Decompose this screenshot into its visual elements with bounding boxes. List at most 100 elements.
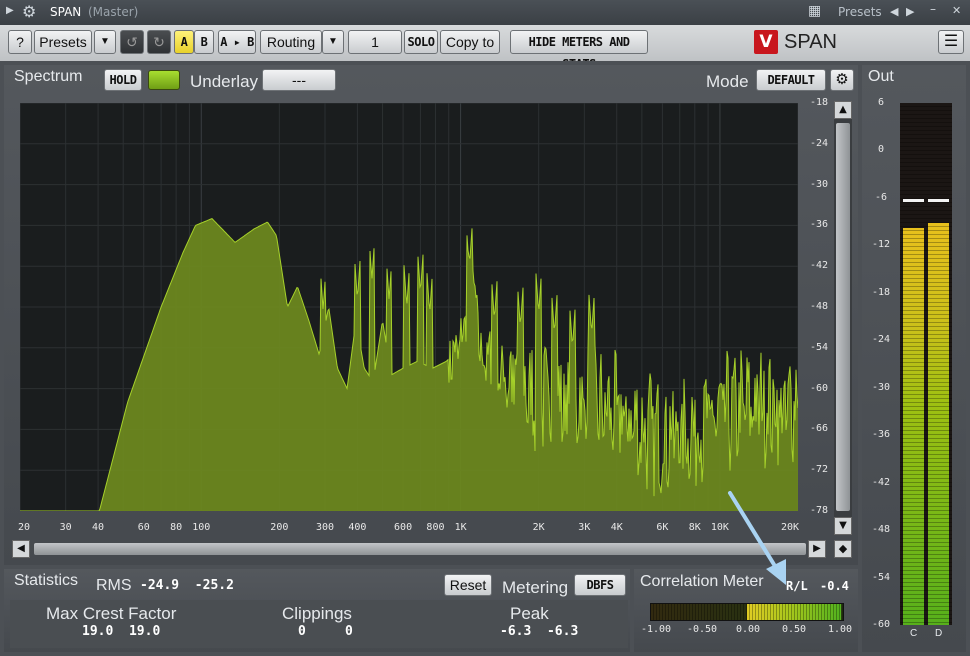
peak-values: -6.3 -6.3 [500, 624, 579, 639]
scroll-up-icon[interactable]: ▲ [834, 101, 852, 119]
out-tick-label: -36 [871, 429, 891, 441]
statistics-label: Statistics [14, 572, 79, 589]
vertical-scrollbar[interactable]: ▲ ▼ [834, 101, 852, 535]
peak-label: Peak [510, 604, 549, 623]
routing-dropdown-icon[interactable]: ▼ [322, 30, 344, 54]
channel-d-label: D [935, 628, 943, 639]
rms-label: RMS [96, 577, 132, 594]
correlation-tick-label: 0.50 [781, 624, 807, 635]
out-meter [900, 103, 952, 625]
freq-tick-label: 400 [348, 522, 367, 533]
help-button[interactable]: ? [8, 30, 32, 54]
correlation-bar [650, 603, 844, 621]
crest-values: 19.0 19.0 [82, 624, 161, 639]
hide-meters-button[interactable]: HIDE METERS AND STATS [510, 30, 648, 71]
clippings-label: Clippings [282, 604, 352, 623]
out-tick-label: -12 [871, 239, 891, 251]
zoom-reset-icon[interactable]: ◆ [834, 540, 852, 558]
preset-next-icon[interactable]: ▶ [906, 5, 914, 18]
correlation-tick-label: 1.00 [827, 624, 853, 635]
redo-icon[interactable]: ↻ [147, 30, 171, 54]
scroll-down-icon[interactable]: ▼ [834, 517, 852, 535]
freq-tick-label: 800 [426, 522, 445, 533]
clippings-values: 0 0 [298, 624, 353, 639]
db-tick-label: -42 [809, 260, 828, 272]
db-tick-label: -18 [809, 97, 828, 108]
copy-to-button[interactable]: Copy to [440, 30, 500, 54]
hold-button[interactable]: HOLD [104, 69, 142, 91]
out-scale: 6 0 -6 -12 -18 -24 -30 -36 -42 -48 -54 -60 [864, 97, 898, 641]
window-subtitle: (Master) [88, 5, 139, 19]
close-button[interactable]: ✕ [952, 4, 961, 17]
db-tick-label: -54 [809, 341, 828, 353]
db-tick-label: -30 [809, 178, 828, 190]
settings-gear-icon[interactable]: ⚙ [830, 69, 854, 91]
channel-c-label: C [910, 628, 918, 639]
freq-tick-label: 300 [315, 522, 335, 533]
metering-label: Metering [502, 578, 569, 597]
state-a-button[interactable]: A [174, 30, 194, 54]
correlation-scale: -1.00 -0.50 0.00 0.50 1.00 [641, 624, 852, 638]
db-tick-label: -48 [809, 301, 828, 312]
undo-icon[interactable]: ↺ [120, 30, 144, 54]
gear-icon[interactable]: ⚙ [22, 2, 36, 21]
window-title: SPAN [50, 5, 82, 19]
presets-button[interactable]: Presets [34, 30, 92, 54]
presets-dropdown-icon[interactable]: ▼ [94, 30, 116, 54]
browser-icon[interactable]: ▦ [808, 3, 821, 19]
meter-segments [900, 103, 952, 625]
plugin-logo-text: SPAN [784, 31, 837, 53]
copy-a-to-b-button[interactable]: A ▸ B [218, 30, 256, 54]
minimize-button[interactable]: – [930, 2, 936, 16]
correlation-segments [651, 604, 843, 620]
horizontal-scroll-thumb[interactable] [34, 543, 806, 555]
freq-tick-label: 60 [137, 522, 150, 533]
out-tick-label: -24 [871, 334, 891, 346]
hold-toggle[interactable] [148, 70, 180, 90]
presets-menu[interactable]: Presets [838, 5, 882, 19]
underlay-select[interactable]: --- [262, 69, 336, 91]
freq-tick-label: 3K [578, 522, 591, 533]
freq-tick-label: 40 [92, 522, 105, 533]
preset-prev-icon[interactable]: ◀ [890, 5, 898, 18]
routing-button[interactable]: Routing [260, 30, 322, 54]
channel-field[interactable]: 1 [348, 30, 402, 54]
solo-button[interactable]: SOLO [404, 30, 438, 54]
db-tick-label: -24 [809, 137, 828, 149]
scroll-right-icon[interactable]: ▶ [808, 540, 826, 558]
out-tick-label: 0 [877, 144, 885, 156]
freq-tick-label: 80 [170, 522, 183, 533]
expand-arrow-icon[interactable]: ▶ [6, 5, 14, 16]
frequency-axis: 20 30 40 60 80 100 200 300 400 600 800 1K 2K 3K 4K 6K 8K… [17, 522, 799, 536]
out-tick-label: -30 [871, 381, 891, 393]
mode-select[interactable]: DEFAULT [756, 69, 826, 91]
freq-tick-label: 600 [394, 522, 413, 533]
out-tick-label: -48 [871, 524, 891, 536]
vertical-scroll-thumb[interactable] [836, 123, 850, 511]
db-tick-label: -78 [809, 505, 828, 516]
db-tick-label: -66 [809, 423, 828, 435]
underlay-label: Underlay [190, 72, 259, 91]
correlation-tick-label: -1.00 [640, 624, 672, 635]
reset-button[interactable]: Reset [444, 574, 492, 596]
correlation-value: -0.4 [820, 579, 849, 593]
stats-values-area: Max Crest Factor 19.0 19.0 Clippings 0 0… [10, 600, 628, 648]
metering-select[interactable]: DBFS [574, 574, 626, 596]
out-tick-label: -6 [874, 191, 888, 203]
scroll-left-icon[interactable]: ◀ [12, 540, 30, 558]
freq-tick-label: 1K [454, 522, 467, 533]
db-tick-label: -72 [809, 464, 828, 476]
title-bar: ▶ ⚙ SPAN (Master) ▦ Presets ◀ ▶ – ✕ [0, 0, 970, 25]
state-b-button[interactable]: B [194, 30, 214, 54]
main-menu-icon[interactable]: ☰ [938, 30, 964, 54]
freq-tick-label: 200 [270, 522, 289, 533]
correlation-tick-label: -0.50 [686, 624, 718, 635]
freq-tick-label: 20 [17, 522, 31, 533]
db-axis: -18 -24 -30 -36 -42 -48 -54 -60 -66 -72 -78 [798, 97, 828, 516]
freq-tick-label: 30 [59, 522, 72, 533]
voxengo-logo-icon: V [754, 30, 778, 54]
freq-tick-label: 2K [532, 522, 545, 533]
db-tick-label: -60 [809, 382, 828, 394]
out-tick-label: -60 [871, 619, 891, 630]
spectrum-plot[interactable] [19, 102, 799, 512]
